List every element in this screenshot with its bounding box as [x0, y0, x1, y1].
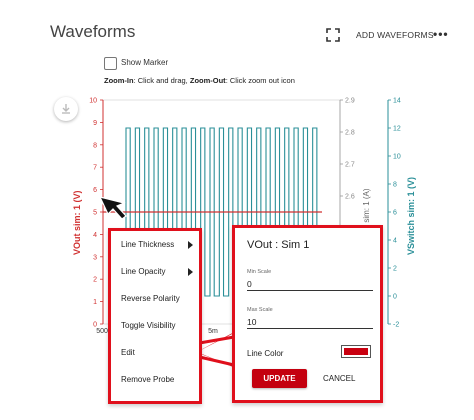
line-color-label: Line Color: [247, 349, 284, 358]
left-tick-label: 5: [93, 210, 97, 217]
line-color-fill: [344, 348, 368, 355]
right-tick-label: 10: [393, 154, 401, 161]
middle-tick-label: 2.7: [345, 162, 355, 169]
right-tick-label: 6: [393, 210, 397, 217]
max-scale-underline: [247, 328, 373, 329]
right-tick-label: 2: [393, 266, 397, 273]
submenu-arrow-icon: [188, 241, 193, 249]
min-scale-label: Min Scale: [247, 269, 272, 275]
panel-title: VOut : Sim 1: [247, 239, 310, 251]
left-tick-label: 10: [89, 98, 97, 105]
left-tick-label: 2: [93, 277, 97, 284]
middle-tick-label: 2.8: [345, 130, 355, 137]
menu-item-toggle-visibility[interactable]: Toggle Visibility: [121, 321, 176, 330]
cancel-button[interactable]: CANCEL: [323, 374, 355, 383]
right-tick-label: 14: [393, 98, 401, 105]
left-tick-label: 3: [93, 254, 97, 261]
left-tick-label: 6: [93, 187, 97, 194]
submenu-arrow-icon: [188, 268, 193, 276]
update-button[interactable]: UPDATE: [252, 369, 307, 388]
menu-item-line-thickness[interactable]: Line Thickness: [121, 240, 174, 249]
min-scale-underline: [247, 290, 373, 291]
max-scale-label: Max Scale: [247, 307, 273, 313]
right-tick-label: -2: [393, 322, 399, 329]
menu-item-reverse-polarity[interactable]: Reverse Polarity: [121, 294, 180, 303]
edit-probe-panel: VOut : Sim 1 Min Scale 0 Max Scale 10 Li…: [232, 225, 383, 403]
right-tick-label: 0: [393, 294, 397, 301]
context-menu: Line Thickness Line Opacity Reverse Pola…: [108, 228, 202, 404]
middle-tick-label: 2.9: [345, 98, 355, 105]
menu-item-remove-probe[interactable]: Remove Probe: [121, 375, 174, 384]
max-scale-input[interactable]: 10: [247, 317, 256, 327]
right-tick-label: 4: [393, 238, 397, 245]
menu-item-line-opacity[interactable]: Line Opacity: [121, 267, 165, 276]
x-tick-label-mid: 5m: [208, 328, 218, 335]
line-color-swatch[interactable]: [341, 345, 371, 358]
middle-tick-label: 2.6: [345, 194, 355, 201]
right-tick-label: 12: [393, 126, 401, 133]
left-tick-label: 1: [93, 299, 97, 306]
min-scale-input[interactable]: 0: [247, 279, 252, 289]
left-tick-label: 9: [93, 120, 97, 127]
left-tick-label: 8: [93, 142, 97, 149]
right-tick-label: 8: [393, 182, 397, 189]
left-tick-label: 7: [93, 165, 97, 172]
menu-item-edit[interactable]: Edit: [121, 348, 135, 357]
left-tick-label: 4: [93, 232, 97, 239]
